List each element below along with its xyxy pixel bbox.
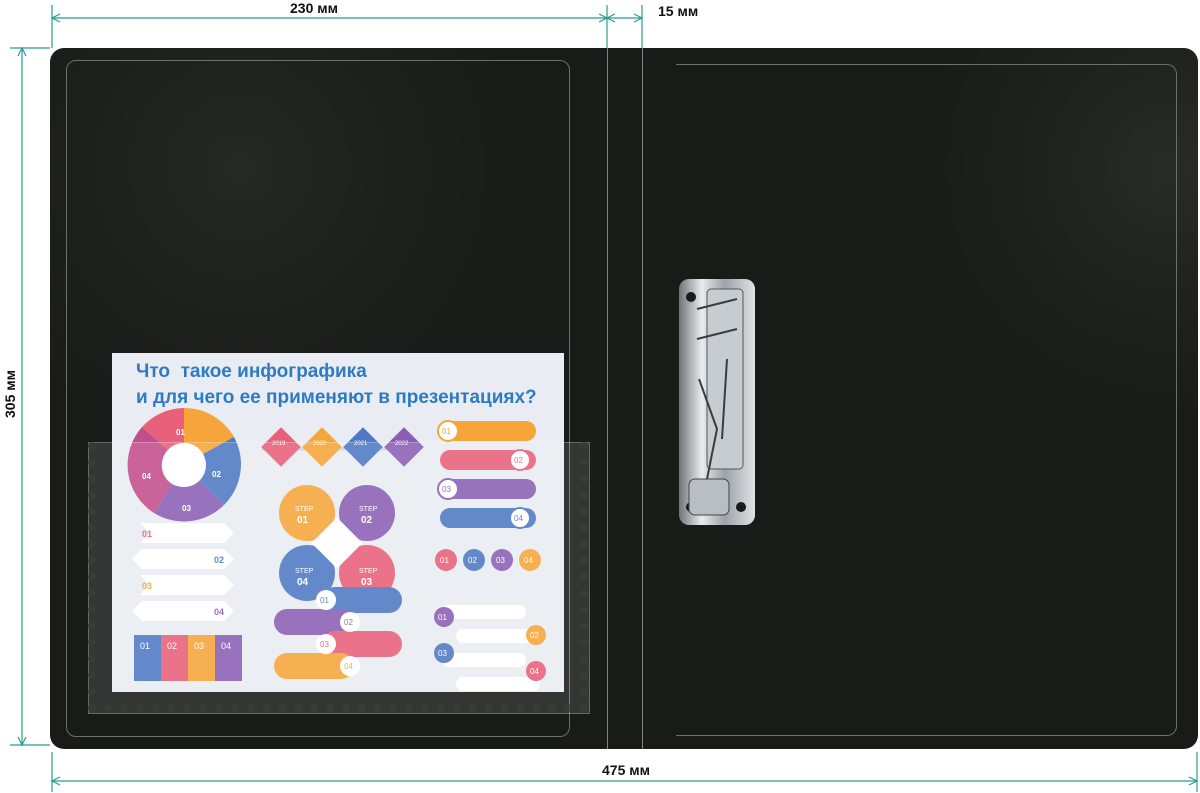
width-label: 230 мм <box>290 0 338 16</box>
metal-clip <box>679 279 755 525</box>
pocket-hatch <box>88 442 588 712</box>
height-label: 305 мм <box>2 370 18 418</box>
svg-text:01: 01 <box>176 428 185 437</box>
svg-text:01: 01 <box>442 427 451 436</box>
spine-label: 15 мм <box>658 3 699 19</box>
spine-line-right <box>642 48 643 749</box>
spine-line-left <box>607 48 608 749</box>
folder: Что такое инфографика и для чего ее прим… <box>50 48 1198 749</box>
total-width-label: 475 мм <box>602 762 650 778</box>
